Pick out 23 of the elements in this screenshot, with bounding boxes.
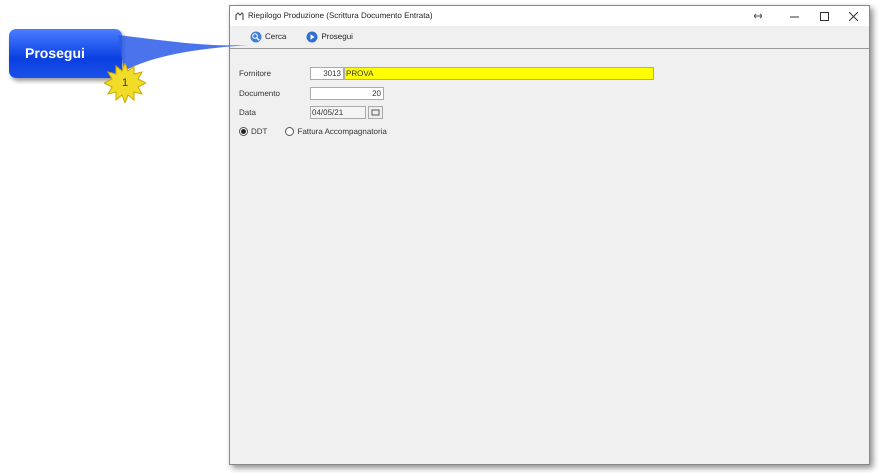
toolbar-button[interactable]: Prosegui xyxy=(306,31,353,43)
radio-label: DDT xyxy=(251,126,268,138)
window-title: Riepilogo Produzione (Scrittura Documento Entrata) xyxy=(248,10,433,22)
document-field[interactable]: 20 xyxy=(310,87,384,100)
play-icon xyxy=(306,31,318,43)
radio-label: Fattura Accompagnatoria xyxy=(297,126,387,138)
toolbar-button[interactable]: Cerca xyxy=(250,31,286,43)
radio-button[interactable] xyxy=(285,127,294,136)
close-icon[interactable] xyxy=(849,12,858,20)
step-number: 1 xyxy=(120,76,130,91)
radio-button[interactable] xyxy=(239,127,248,136)
search-icon xyxy=(250,31,262,43)
calendar-icon[interactable] xyxy=(368,106,383,119)
app-icon xyxy=(235,12,244,20)
date-field[interactable]: 04/05/21 xyxy=(310,106,366,119)
field-label: Documento xyxy=(239,88,281,100)
field-label: Fornitore xyxy=(239,68,272,80)
resize-icon[interactable] xyxy=(754,13,762,19)
callout-label: Prosegui xyxy=(25,44,85,63)
field-label: Data xyxy=(239,106,257,118)
supplier-code-field[interactable]: 3013 xyxy=(310,67,344,80)
maximize-icon[interactable] xyxy=(820,12,829,20)
supplier-name-field[interactable]: PROVA xyxy=(344,67,654,80)
